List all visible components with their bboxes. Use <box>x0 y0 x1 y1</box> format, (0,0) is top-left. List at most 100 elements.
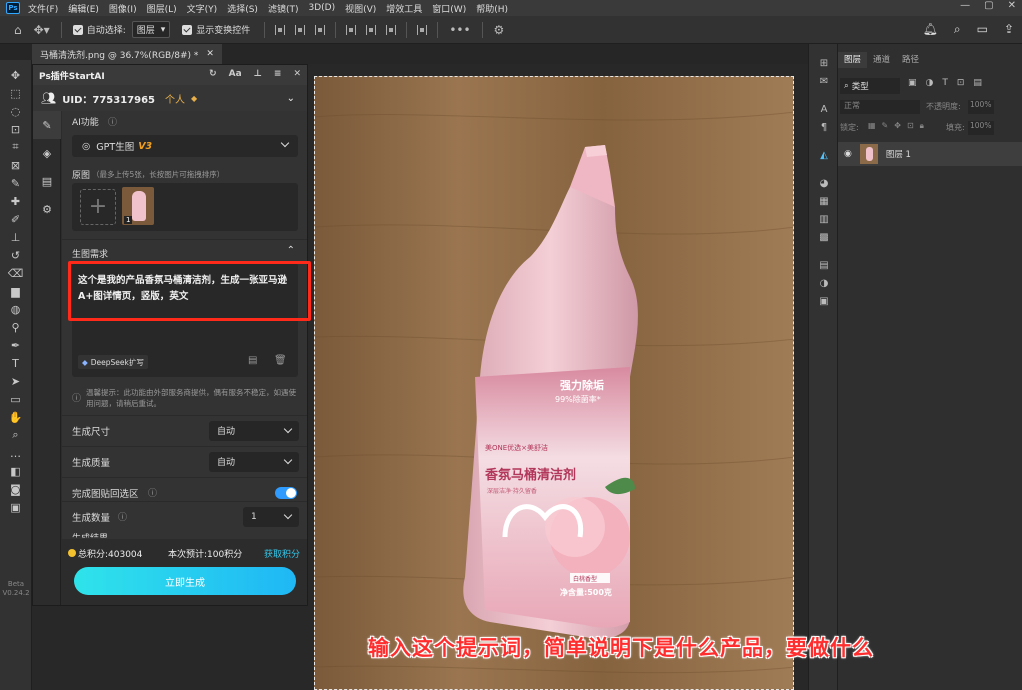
stamp-tool-icon[interactable]: ⊥ <box>7 228 25 246</box>
healing-tool-icon[interactable]: ✚ <box>7 192 25 210</box>
smart-filter-icon[interactable]: ▤ <box>973 78 982 88</box>
close-tab-icon[interactable]: ✕ <box>206 49 214 59</box>
move-tool-icon[interactable]: ✥ <box>7 66 25 84</box>
document-icon[interactable]: ▤ <box>33 167 61 195</box>
info-icon[interactable]: ⓘ <box>108 115 117 128</box>
brush-tool-icon[interactable]: ✐ <box>7 210 25 228</box>
dodge-tool-icon[interactable]: ⚲ <box>7 318 25 336</box>
ai-function-select[interactable]: ◎ GPT生图 V3 <box>72 135 298 157</box>
menu-type[interactable]: 文字(Y) <box>187 2 218 15</box>
crop-tool-icon[interactable]: ⌗ <box>7 138 25 156</box>
maximize-icon[interactable]: ▢ <box>984 0 993 11</box>
properties-icon[interactable]: ▤ <box>809 256 839 274</box>
eyedropper-tool-icon[interactable]: ✎ <box>7 174 25 192</box>
gradient-tool-icon[interactable]: ▆ <box>7 282 25 300</box>
generate-button[interactable]: 立即生成 <box>74 567 296 595</box>
auto-select-dropdown[interactable]: 图层 ▾ <box>131 21 171 38</box>
move-tool-icon[interactable]: ✥▾ <box>34 23 50 37</box>
paste-back-toggle[interactable] <box>275 486 297 499</box>
count-select[interactable]: 1 <box>243 506 299 527</box>
font-size-icon[interactable]: Aa <box>229 69 242 79</box>
menu-window[interactable]: 窗口(W) <box>432 2 466 15</box>
info-icon[interactable]: ⓘ <box>148 486 157 499</box>
deepseek-expand-button[interactable]: ◆ DeepSeek扩写 <box>78 355 148 369</box>
adjustments-icon[interactable]: ◑ <box>809 274 839 292</box>
color-swatches-icon[interactable]: ◧ <box>7 462 25 480</box>
menu-3d[interactable]: 3D(D) <box>308 3 335 13</box>
layer-kind-filter[interactable]: ⌕ 类型 <box>840 78 900 94</box>
visibility-eye-icon[interactable]: ◉ <box>844 149 852 159</box>
align-middle-icon[interactable] <box>366 24 377 35</box>
chevron-up-icon[interactable]: ⌃ <box>287 245 295 256</box>
show-transform-checkbox[interactable] <box>182 24 193 35</box>
gradients-icon[interactable]: ▥ <box>809 210 839 228</box>
edit-icon[interactable]: ✎ <box>33 111 61 139</box>
menu-layer[interactable]: 图层(L) <box>147 2 177 15</box>
home-icon[interactable]: ⌂ <box>14 23 22 37</box>
menu-view[interactable]: 视图(V) <box>345 2 376 15</box>
align-top-icon[interactable] <box>346 24 357 35</box>
menu-file[interactable]: 文件(F) <box>28 2 58 15</box>
opacity-value[interactable]: 100% <box>968 100 994 114</box>
shape-tool-icon[interactable]: ▭ <box>7 390 25 408</box>
pixel-filter-icon[interactable]: ▣ <box>908 78 917 88</box>
path-select-tool-icon[interactable]: ➤ <box>7 372 25 390</box>
auto-select-checkbox[interactable] <box>72 24 83 35</box>
layer-row[interactable]: ◉ 图层 1 <box>838 142 1022 166</box>
chevron-down-icon[interactable]: ⌄ <box>287 93 295 104</box>
document-tab[interactable]: 马桶清洗剂.png @ 36.7%(RGB/8#) * ✕ <box>32 44 222 64</box>
history-brush-icon[interactable]: ↺ <box>7 246 25 264</box>
blur-tool-icon[interactable]: ◍ <box>7 300 25 318</box>
distribute-icon[interactable] <box>417 24 428 35</box>
menu-filter[interactable]: 滤镜(T) <box>268 2 299 15</box>
marquee-tool-icon[interactable]: ⬚ <box>7 84 25 102</box>
settings-icon[interactable]: ⚙ <box>33 195 61 223</box>
menu-image[interactable]: 图像(I) <box>109 2 137 15</box>
startai-icon[interactable]: ◭ <box>809 146 839 164</box>
history-icon[interactable]: ⊞ <box>809 54 839 72</box>
bell-icon[interactable]: 🔔︎ <box>923 22 938 37</box>
search-icon[interactable]: ⌕ <box>954 22 961 37</box>
quick-mask-icon[interactable]: ◙ <box>7 480 25 498</box>
pen-tool-icon[interactable]: ✒ <box>7 336 25 354</box>
workspace-icon[interactable]: ▭ <box>977 22 988 37</box>
size-select[interactable]: 自动 <box>209 420 299 441</box>
history-icon[interactable]: ▤ <box>248 355 257 366</box>
uploaded-thumbnail[interactable]: 1 <box>122 187 154 225</box>
share-icon[interactable]: ⇪ <box>1004 22 1014 37</box>
type-tool-icon[interactable]: T <box>7 354 25 372</box>
blend-mode-select[interactable]: 正常 <box>840 100 920 114</box>
swatches-icon[interactable]: ▦ <box>809 192 839 210</box>
document-canvas[interactable]: 强力除垢 99%除菌率* 美ONE优选×美舒洁 香氛马桶清洁剂 深层洁净·持久留… <box>314 76 794 690</box>
lock-icons[interactable]: ▦✎✥⊡🔒︎ <box>868 121 930 131</box>
user-info-bar[interactable]: 👥︎ UID：775317965 个人 ◆ ⌄ <box>33 85 307 111</box>
tab-layers[interactable]: 图层 <box>838 52 868 68</box>
frame-tool-icon[interactable]: ⊠ <box>7 156 25 174</box>
patterns-icon[interactable]: ▩ <box>809 228 839 246</box>
fill-value[interactable]: 100% <box>968 121 994 135</box>
menu-help[interactable]: 帮助(H) <box>476 2 508 15</box>
zoom-tool-icon[interactable]: ⌕ <box>7 426 25 444</box>
minimize-icon[interactable]: — <box>960 0 970 11</box>
shape-filter-icon[interactable]: ⊡ <box>957 78 965 88</box>
more-options-icon[interactable]: ••• <box>449 23 470 37</box>
close-window-icon[interactable]: ✕ <box>1008 0 1016 11</box>
type-filter-icon[interactable]: T <box>942 78 948 88</box>
object-select-tool-icon[interactable]: ⊡ <box>7 120 25 138</box>
comment-icon[interactable]: ✉ <box>809 72 839 90</box>
color-wheel-icon[interactable]: ◕ <box>809 174 839 192</box>
pin-icon[interactable]: ⊥ <box>254 69 262 79</box>
align-center-icon[interactable] <box>295 24 306 35</box>
add-image-button[interactable]: + <box>80 189 116 225</box>
libraries-icon[interactable]: ▣ <box>809 292 839 310</box>
eraser-tool-icon[interactable]: ⌫ <box>7 264 25 282</box>
menu-icon[interactable]: ≡ <box>274 69 282 79</box>
hand-tool-icon[interactable]: ✋ <box>7 408 25 426</box>
paragraph-icon[interactable]: ¶ <box>809 118 839 136</box>
refresh-icon[interactable]: ↻ <box>209 69 217 79</box>
menu-select[interactable]: 选择(S) <box>227 2 258 15</box>
trash-icon[interactable]: 🗑︎ <box>274 355 287 366</box>
character-icon[interactable]: A <box>809 100 839 118</box>
align-left-icon[interactable] <box>275 24 286 35</box>
info-icon[interactable]: ⓘ <box>118 510 127 523</box>
